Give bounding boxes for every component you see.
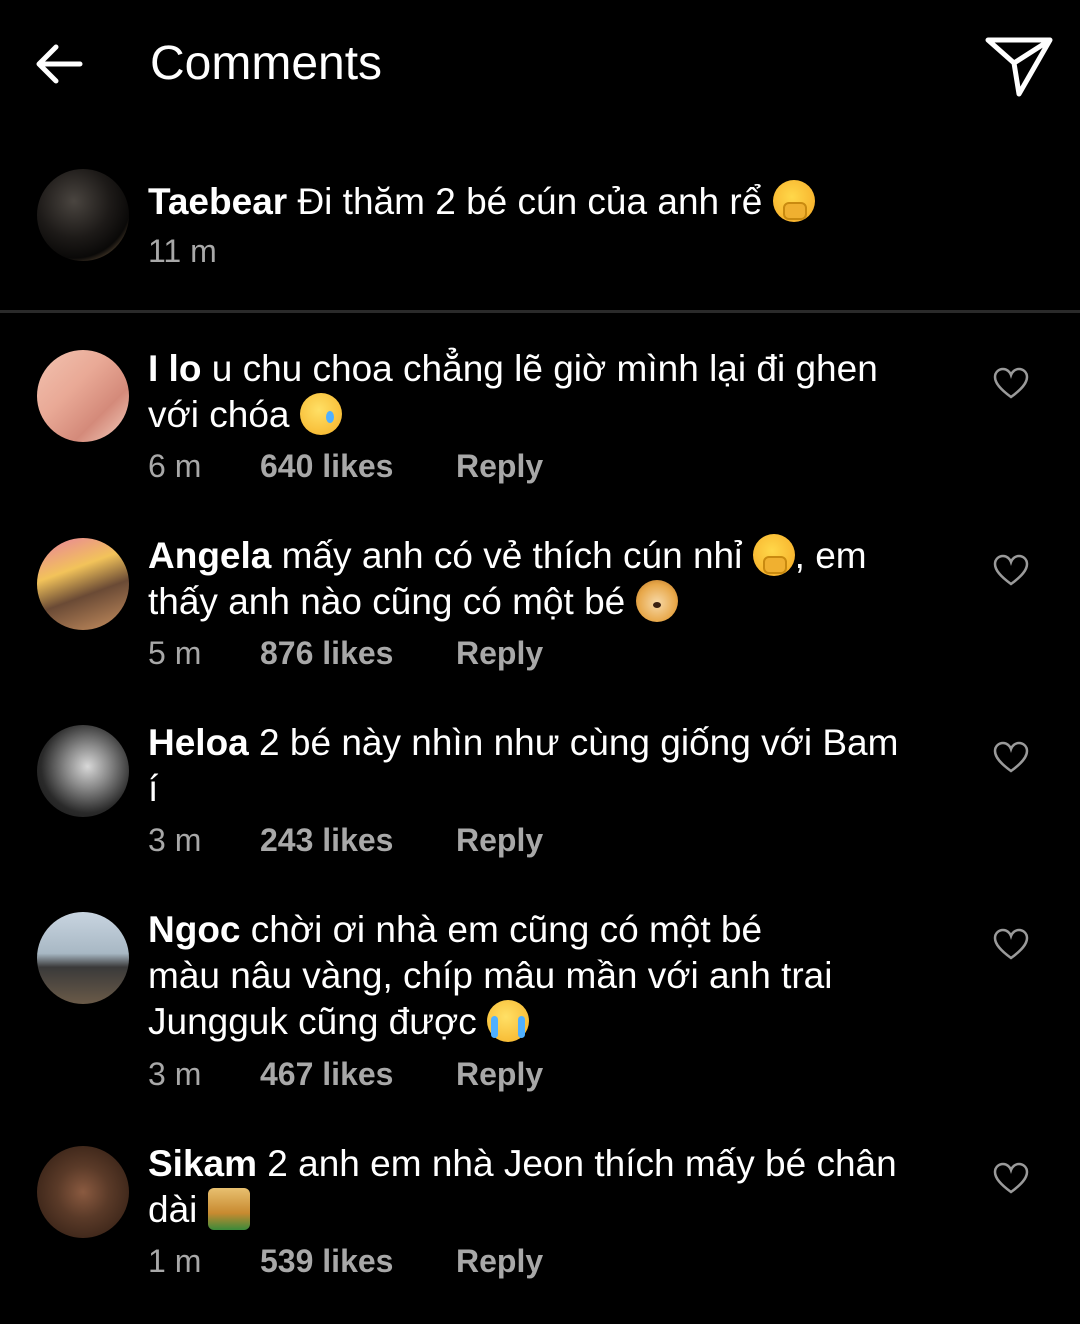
- comment-time: 6 m: [148, 448, 202, 484]
- comment-body: chời ơi nhà em cũng có một bé: [250, 909, 763, 950]
- comment-body: mấy anh có vẻ thích cún nhỉ: [281, 535, 743, 576]
- heart-icon[interactable]: [992, 553, 1030, 587]
- comment-username[interactable]: Angela: [148, 535, 271, 576]
- likes-count[interactable]: 467 likes: [260, 1054, 393, 1094]
- comment-body: u chu choa chẳng lẽ giờ mình lại đi ghen: [211, 348, 878, 389]
- comment-time: 3 m: [148, 1056, 202, 1092]
- comment-body: 2 bé này nhìn như cùng giống với Bam: [259, 722, 899, 763]
- comment-body-line2: với chóa: [148, 394, 290, 435]
- comment-body-line2: màu nâu vàng, chíp mâu mần với anh trai: [148, 955, 833, 996]
- comment-body-line2: dài: [148, 1189, 198, 1230]
- comment-time: 5 m: [148, 635, 202, 671]
- emoji-shy-icon: [772, 180, 815, 222]
- avatar[interactable]: [37, 725, 129, 817]
- reply-button[interactable]: Reply: [456, 820, 543, 860]
- divider: [0, 310, 1080, 313]
- page-title: Comments: [150, 37, 383, 90]
- comment-username[interactable]: I lo: [148, 348, 201, 389]
- comment-text: Angela mấy anh có vẻ thích cún nhỉ , em …: [148, 533, 948, 625]
- caption-body: Đi thăm 2 bé cún của anh rể: [297, 181, 763, 222]
- comment-body-line2: thấy anh nào cũng có một bé: [148, 581, 626, 622]
- comment-username[interactable]: Sikam: [148, 1143, 257, 1184]
- comment-text: Ngoc chời ơi nhà em cũng có một bé màu n…: [148, 907, 948, 1045]
- header-bar: Comments: [0, 0, 1080, 130]
- caption-time: 11 m: [148, 233, 217, 269]
- comment-body-cont: , em: [794, 535, 867, 576]
- emoji-dog-icon: [635, 580, 678, 622]
- likes-count[interactable]: 243 likes: [260, 820, 393, 860]
- post-caption: Taebear Đi thăm 2 bé cún của anh rể 11 m: [0, 165, 1080, 310]
- reply-button[interactable]: Reply: [456, 1054, 543, 1094]
- send-icon[interactable]: [984, 34, 1054, 100]
- heart-icon[interactable]: [992, 740, 1030, 774]
- emoji-tear-smile-icon: [299, 393, 342, 435]
- reply-button[interactable]: Reply: [456, 1241, 543, 1281]
- caption-text: Taebear Đi thăm 2 bé cún của anh rể: [148, 179, 948, 225]
- comment-text: Sikam 2 anh em nhà Jeon thích mấy bé châ…: [148, 1141, 948, 1233]
- avatar[interactable]: [37, 1146, 129, 1238]
- avatar[interactable]: [37, 538, 129, 630]
- likes-count[interactable]: 640 likes: [260, 446, 393, 486]
- heart-icon[interactable]: [992, 1161, 1030, 1195]
- likes-count[interactable]: 539 likes: [260, 1241, 393, 1281]
- heart-icon[interactable]: [992, 366, 1030, 400]
- comment-username[interactable]: Ngoc: [148, 909, 241, 950]
- caption-username[interactable]: Taebear: [148, 181, 287, 222]
- avatar[interactable]: [37, 350, 129, 442]
- avatar[interactable]: [37, 169, 129, 261]
- reply-button[interactable]: Reply: [456, 446, 543, 486]
- likes-count[interactable]: 876 likes: [260, 633, 393, 673]
- comment-time: 3 m: [148, 822, 202, 858]
- heart-icon[interactable]: [992, 927, 1030, 961]
- emoji-shy-icon: [752, 534, 795, 576]
- back-arrow-icon[interactable]: [30, 36, 86, 92]
- emoji-crying-icon: [487, 1000, 530, 1042]
- avatar[interactable]: [37, 912, 129, 1004]
- comment-body-line3: Jungguk cũng được: [148, 1001, 477, 1042]
- comment-text: Heloa 2 bé này nhìn như cùng giống với B…: [148, 720, 948, 812]
- reply-button[interactable]: Reply: [456, 633, 543, 673]
- comment-body: 2 anh em nhà Jeon thích mấy bé chân: [267, 1143, 897, 1184]
- comment-username[interactable]: Heloa: [148, 722, 249, 763]
- comment-time: 1 m: [148, 1243, 202, 1279]
- comment-body-line2: í: [148, 768, 159, 809]
- emoji-guide-dog-icon: [207, 1188, 250, 1230]
- comment-text: I lo u chu choa chẳng lẽ giờ mình lại đi…: [148, 346, 948, 438]
